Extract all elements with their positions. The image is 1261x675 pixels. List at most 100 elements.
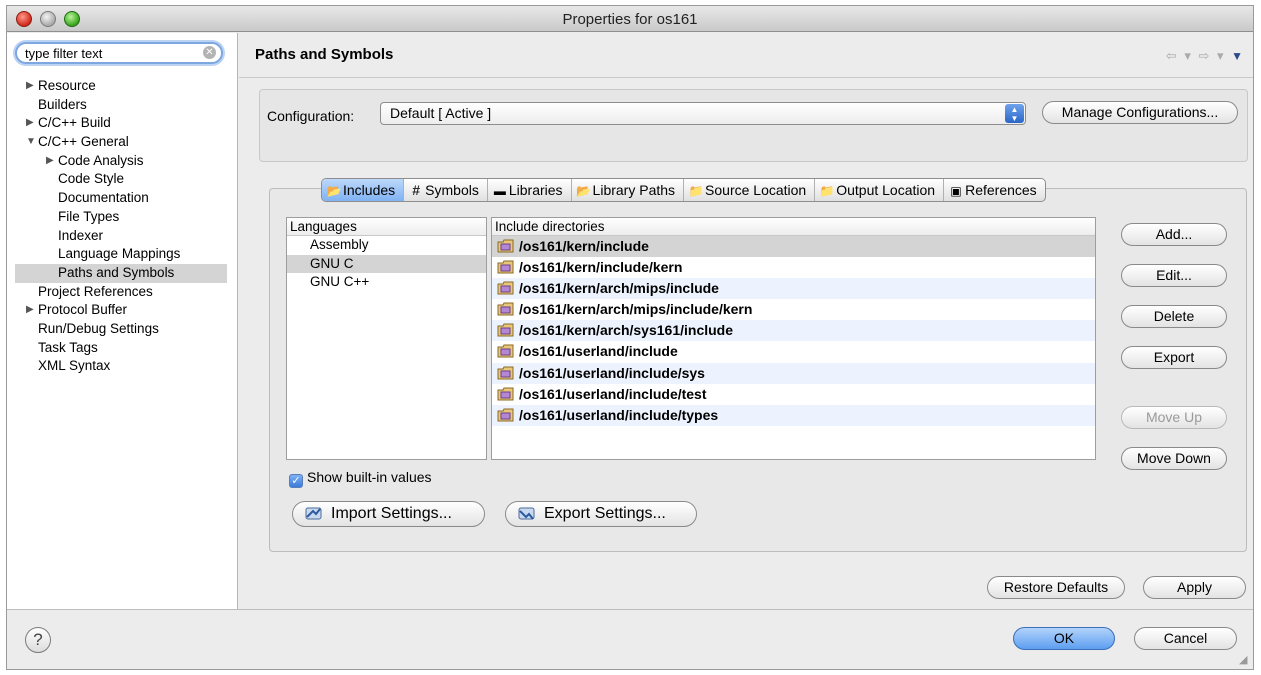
- tree-item-1[interactable]: Builders: [7, 96, 237, 115]
- tab-label: Library Paths: [592, 182, 676, 198]
- tree-item-3[interactable]: ▼ C/C++ General: [7, 133, 237, 152]
- help-icon[interactable]: ?: [25, 627, 51, 653]
- include-folder-icon: [497, 323, 514, 337]
- include-directory-path: /os161/userland/include/test: [519, 385, 707, 402]
- manage-configurations-button[interactable]: Manage Configurations...: [1042, 101, 1238, 124]
- clear-filter-icon[interactable]: ✕: [203, 46, 216, 59]
- tree-item-10[interactable]: Paths and Symbols: [15, 263, 227, 283]
- tree-item-6[interactable]: Documentation: [7, 189, 237, 208]
- include-directory-path: /os161/kern/include: [519, 238, 649, 254]
- ok-button[interactable]: OK: [1013, 627, 1115, 650]
- tree-item-13[interactable]: Run/Debug Settings: [7, 320, 237, 339]
- include-directories-list: Include directories /os161/kern/include /…: [491, 217, 1096, 460]
- tree-item-14[interactable]: Task Tags: [7, 339, 237, 358]
- include-directory-path: /os161/kern/arch/mips/include: [519, 280, 719, 297]
- references-icon: ▣: [950, 184, 962, 198]
- tree-item-label: Project References: [38, 283, 153, 299]
- source-folder-icon: 📁: [688, 184, 704, 198]
- history-navigation[interactable]: ⇦ ▾ ⇨ ▾ ▼: [1166, 48, 1245, 64]
- edit-button[interactable]: Edit...: [1121, 264, 1227, 287]
- export-settings-button[interactable]: Export Settings...: [505, 501, 697, 527]
- include-directory-item[interactable]: /os161/kern/include/kern: [492, 257, 1095, 279]
- properties-page: Paths and Symbols ⇦ ▾ ⇨ ▾ ▼ Configuratio…: [239, 33, 1253, 609]
- tree-item-2[interactable]: ▶ C/C++ Build: [7, 114, 237, 133]
- move-up-button[interactable]: Move Up: [1121, 406, 1227, 429]
- history-arrows-icon[interactable]: ⇦ ▾ ⇨ ▾: [1166, 48, 1226, 63]
- select-arrows-icon: ▲ ▼: [1005, 104, 1024, 123]
- header-divider: [239, 77, 1253, 78]
- collapsed-twisty-icon[interactable]: ▶: [26, 114, 34, 132]
- library-paths-icon: 📂: [576, 184, 592, 198]
- tree-item-label: C/C++ General: [38, 134, 129, 150]
- tree-item-11[interactable]: Project References: [7, 283, 237, 302]
- includes-icon: 📂: [326, 184, 342, 198]
- delete-button[interactable]: Delete: [1121, 305, 1227, 328]
- cancel-button[interactable]: Cancel: [1134, 627, 1237, 650]
- show-builtin-values-label: Show built-in values: [307, 469, 432, 485]
- tree-item-label: Language Mappings: [58, 246, 181, 262]
- include-folder-icon: [497, 408, 514, 422]
- restore-defaults-button[interactable]: Restore Defaults: [987, 576, 1125, 599]
- include-directory-item[interactable]: /os161/userland/include/types: [492, 404, 1095, 426]
- include-directory-item[interactable]: /os161/kern/arch/mips/include: [492, 278, 1095, 300]
- configuration-select[interactable]: Default [ Active ] ▲ ▼: [380, 102, 1026, 125]
- tree-item-12[interactable]: ▶ Protocol Buffer: [7, 301, 237, 320]
- page-title: Paths and Symbols: [255, 46, 394, 63]
- tree-item-15[interactable]: XML Syntax: [7, 357, 237, 376]
- configuration-value: Default [ Active ]: [390, 105, 492, 121]
- tree-item-5[interactable]: Code Style: [7, 170, 237, 189]
- include-directory-item[interactable]: /os161/userland/include/test: [492, 383, 1095, 405]
- languages-list: Languages Assembly GNU C GNU C++: [286, 217, 487, 460]
- include-directory-item[interactable]: /os161/kern/arch/mips/include/kern: [492, 299, 1095, 321]
- tree-item-9[interactable]: Language Mappings: [7, 245, 237, 264]
- hash-icon: #: [412, 182, 421, 198]
- include-directory-item[interactable]: /os161/kern/include: [492, 236, 1095, 258]
- tree-item-label: C/C++ Build: [38, 115, 111, 131]
- title-bar[interactable]: Properties for os161: [7, 6, 1253, 32]
- resize-grip-icon[interactable]: ◢: [1239, 655, 1250, 666]
- settings-tabs: 📂 Includes # Symbols ▬ Libraries 📂 Library Path…: [321, 178, 1046, 202]
- include-directories-items: /os161/kern/include/os161/kern/include/k…: [492, 236, 1095, 447]
- include-directory-item[interactable]: /os161/userland/include: [492, 341, 1095, 363]
- tab-references[interactable]: ▣ References: [944, 179, 1045, 201]
- tree-item-7[interactable]: File Types: [7, 208, 237, 227]
- language-item[interactable]: Assembly: [287, 236, 486, 255]
- libraries-icon: ▬: [493, 184, 506, 198]
- show-builtin-values-checkbox[interactable]: ✓: [289, 474, 303, 488]
- tab-includes[interactable]: 📂 Includes: [322, 179, 405, 201]
- view-menu-icon[interactable]: ▼: [1231, 49, 1245, 63]
- configuration-section: Configuration: Default [ Active ] ▲ ▼ Man…: [259, 89, 1248, 162]
- category-tree: ▶ Resource Builders ▶ C/C++ Build ▼ C/C++ Gene…: [7, 77, 237, 376]
- tab-source-location[interactable]: 📁 Source Location: [684, 179, 816, 201]
- tab-output-location[interactable]: 📁 Output Location: [815, 179, 945, 201]
- filter-input[interactable]: [25, 45, 195, 61]
- tab-label: Symbols: [425, 182, 479, 198]
- tab-symbols[interactable]: # Symbols: [404, 179, 488, 201]
- language-item[interactable]: GNU C: [287, 254, 486, 274]
- tab-library-paths[interactable]: 📂 Library Paths: [572, 179, 685, 201]
- collapsed-twisty-icon[interactable]: ▶: [26, 301, 34, 319]
- tree-item-label: File Types: [58, 208, 120, 224]
- apply-button[interactable]: Apply: [1143, 576, 1246, 599]
- tree-item-8[interactable]: Indexer: [7, 227, 237, 246]
- include-directory-item[interactable]: /os161/kern/arch/sys161/include: [492, 320, 1095, 342]
- tab-libraries[interactable]: ▬ Libraries: [488, 179, 572, 201]
- include-directory-item[interactable]: /os161/userland/include/sys: [492, 362, 1095, 384]
- empty-row: [492, 425, 1095, 447]
- configuration-label: Configuration:: [267, 108, 355, 124]
- move-down-button[interactable]: Move Down: [1121, 447, 1227, 470]
- tab-content: Languages Assembly GNU C GNU C++ Include d…: [269, 188, 1247, 552]
- filter-field[interactable]: ✕: [15, 42, 223, 64]
- expanded-twisty-icon[interactable]: ▼: [26, 133, 36, 151]
- tree-item-0[interactable]: ▶ Resource: [7, 77, 237, 96]
- import-settings-button[interactable]: Import Settings...: [292, 501, 485, 527]
- show-builtin-values-row[interactable]: ✓ Show built-in values: [289, 469, 432, 488]
- collapsed-twisty-icon[interactable]: ▶: [46, 152, 54, 170]
- add-button[interactable]: Add...: [1121, 223, 1227, 246]
- tree-item-label: Task Tags: [38, 339, 98, 355]
- properties-dialog: Properties for os161 ✕ ▶ Resource Builders…: [6, 5, 1254, 670]
- tree-item-4[interactable]: ▶ Code Analysis: [7, 152, 237, 171]
- collapsed-twisty-icon[interactable]: ▶: [26, 77, 34, 95]
- language-item[interactable]: GNU C++: [287, 273, 486, 292]
- export-button[interactable]: Export: [1121, 346, 1227, 369]
